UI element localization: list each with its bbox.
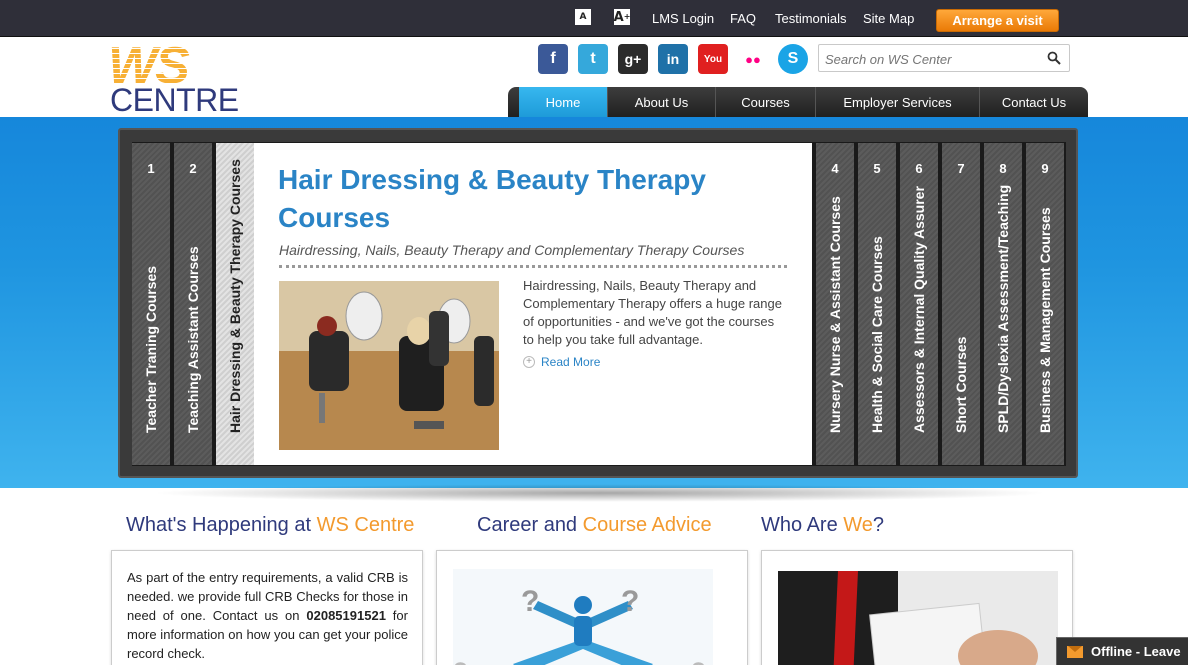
tab-label: Teacher Traning Courses xyxy=(143,265,159,433)
svg-text:?: ? xyxy=(453,658,468,665)
slider-panel: Hair Dressing & Beauty Therapy Courses H… xyxy=(254,143,812,465)
tab-label: SPLD/Dyslexia Assessment/Teaching xyxy=(995,184,1011,433)
read-more-label: Read More xyxy=(541,355,601,369)
nav-about-us[interactable]: About Us xyxy=(607,87,715,118)
tab-number: 4 xyxy=(831,161,839,176)
search-input[interactable] xyxy=(825,50,1035,68)
linkedin-icon[interactable]: in xyxy=(658,44,688,74)
offline-chat-button[interactable]: Offline - Leave xyxy=(1056,637,1188,665)
nav-courses[interactable]: Courses xyxy=(715,87,815,118)
career-advice-graphic: ? ? ? ? xyxy=(453,569,713,665)
salon-photo xyxy=(279,281,499,450)
logo[interactable]: WS CENTRE xyxy=(108,40,239,116)
logo-centre-text: CENTRE xyxy=(110,82,239,118)
career-title: Career and Course Advice xyxy=(477,514,712,537)
chat-label: Offline - Leave xyxy=(1091,644,1181,659)
slider-tab-9[interactable]: 9 Business & Management Courses xyxy=(1026,143,1064,465)
tab-number: 5 xyxy=(873,161,881,176)
career-title-a: Career and xyxy=(477,514,583,536)
slider-tab-5[interactable]: 5 Health & Social Care Courses xyxy=(858,143,896,465)
testimonials-link[interactable]: Testimonials xyxy=(775,11,847,26)
decrease-font-button[interactable]: A xyxy=(575,9,591,25)
slider-tab-1[interactable]: 1 Teacher Traning Courses xyxy=(132,143,170,465)
search-icon[interactable] xyxy=(1047,51,1061,65)
svg-text:?: ? xyxy=(521,585,539,618)
happening-box: As part of the entry requirements, a val… xyxy=(111,550,423,665)
tab-number: 6 xyxy=(915,161,923,176)
main-nav: Home About Us Courses Employer Services … xyxy=(508,87,1088,118)
tab-number: 9 xyxy=(1041,161,1049,176)
facebook-icon[interactable]: f xyxy=(538,44,568,74)
who-title-b: We xyxy=(843,514,873,536)
business-card-photo xyxy=(778,571,1058,665)
who-title-a: Who Are xyxy=(761,514,844,536)
mail-icon xyxy=(1067,645,1083,658)
happening-text: As part of the entry requirements, a val… xyxy=(127,568,408,663)
slider-tab-6[interactable]: 6 Assessors & Internal Quality Assurer xyxy=(900,143,938,465)
nav-employer-services[interactable]: Employer Services xyxy=(815,87,979,118)
phone-number: 02085191521 xyxy=(306,608,386,623)
flickr-icon[interactable]: ●● xyxy=(738,44,768,74)
twitter-icon[interactable]: t xyxy=(578,44,608,74)
slider-tab-3[interactable]: Hair Dressing & Beauty Therapy Courses xyxy=(216,143,254,465)
who-title-c: ? xyxy=(872,514,885,536)
slider-tab-2[interactable]: 2 Teaching Assistant Courses xyxy=(174,143,212,465)
tab-number: 1 xyxy=(147,161,155,176)
career-box: ? ? ? ? xyxy=(436,550,748,665)
skype-icon[interactable]: S xyxy=(778,44,808,74)
lms-login-link[interactable]: LMS Login xyxy=(652,11,714,26)
read-more-link[interactable]: + Read More xyxy=(523,355,600,369)
panel-divider xyxy=(279,265,787,268)
top-bar: A A + LMS Login FAQ Testimonials Site Map… xyxy=(0,0,1188,37)
search-box xyxy=(818,44,1070,72)
slider-tab-8[interactable]: 8 SPLD/Dyslexia Assessment/Teaching xyxy=(984,143,1022,465)
faq-link[interactable]: FAQ xyxy=(730,11,756,26)
svg-text:?: ? xyxy=(621,585,639,618)
increase-font-button[interactable]: A + xyxy=(614,9,630,25)
nav-contact-us[interactable]: Contact Us xyxy=(979,87,1088,118)
youtube-icon[interactable]: You xyxy=(698,44,728,74)
happening-title-a: What's Happening at xyxy=(126,514,317,536)
tab-number: 7 xyxy=(957,161,965,176)
plus-icon: + xyxy=(523,356,535,368)
google-plus-icon[interactable]: g+ xyxy=(618,44,648,74)
tab-label: Health & Social Care Courses xyxy=(869,236,885,433)
panel-description: Hairdressing, Nails, Beauty Therapy and … xyxy=(523,278,782,347)
tab-label: Nursery Nurse & Assistant Courses xyxy=(827,196,843,433)
slider-shadow xyxy=(150,484,1050,502)
slider-tab-7[interactable]: 7 Short Courses xyxy=(942,143,980,465)
panel-subtitle: Hairdressing, Nails, Beauty Therapy and … xyxy=(279,242,745,258)
tab-label: Business & Management Courses xyxy=(1037,207,1053,433)
tab-number: 8 xyxy=(999,161,1007,176)
tab-label: Short Courses xyxy=(953,336,969,433)
increase-font-label: A xyxy=(613,9,624,25)
happening-title-b: WS Centre xyxy=(316,514,415,536)
tab-label: Assessors & Internal Quality Assurer xyxy=(911,186,927,433)
svg-text:?: ? xyxy=(691,658,706,665)
site-map-link[interactable]: Site Map xyxy=(863,11,914,26)
slider-tab-4[interactable]: 4 Nursery Nurse & Assistant Courses xyxy=(816,143,854,465)
who-box xyxy=(761,550,1073,665)
tab-label: Teaching Assistant Courses xyxy=(185,246,201,433)
arrange-visit-button[interactable]: Arrange a visit xyxy=(936,9,1059,32)
nav-home[interactable]: Home xyxy=(519,87,607,118)
panel-title: Hair Dressing & Beauty Therapy Courses xyxy=(278,164,706,233)
tab-label: Hair Dressing & Beauty Therapy Courses xyxy=(227,159,243,433)
tab-number: 2 xyxy=(189,161,197,176)
who-title: Who Are We? xyxy=(761,514,884,537)
happening-title: What's Happening at WS Centre xyxy=(126,514,414,537)
career-title-b: Course Advice xyxy=(582,514,712,536)
